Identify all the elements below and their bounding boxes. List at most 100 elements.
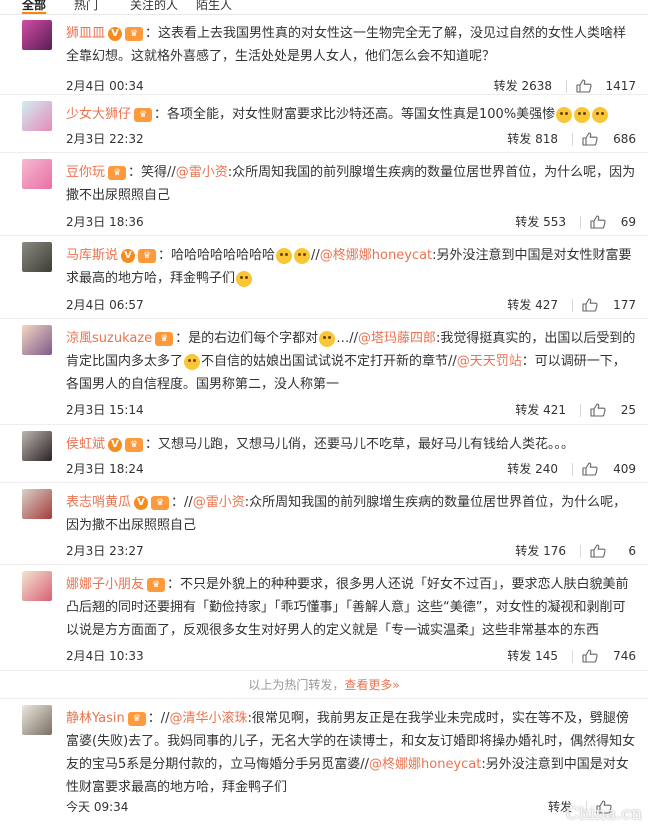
view-more-link[interactable]: 查看更多» [344, 678, 399, 692]
username-link[interactable]: 涼風suzukaze [66, 331, 152, 346]
like-button[interactable]: 177 [613, 295, 636, 315]
username-link[interactable]: 狮皿皿 [66, 26, 105, 41]
timestamp: 2月3日 22:32 [66, 132, 144, 146]
avatar[interactable] [22, 242, 52, 272]
avatar[interactable] [22, 20, 52, 50]
meta-divider [580, 404, 581, 417]
username-link[interactable]: 娜娜子小朋友 [66, 577, 144, 592]
mention-link[interactable]: @柊娜娜honeycat [320, 248, 432, 263]
tab-strangers[interactable]: 陌生人 [196, 0, 232, 13]
mention-link[interactable]: @清华小滚珠 [170, 711, 248, 726]
filter-tabs: 全部 热门 关注的人 陌生人 [0, 0, 648, 15]
thumb-up-icon [590, 544, 606, 558]
fan-medal-icon: ♛ [134, 107, 153, 122]
comment-text-segment: // [311, 248, 320, 263]
comment-meta: 2月4日 06:57 转发 427 177 [66, 295, 636, 315]
repost-item: 侯虹斌 V ♛ ：又想马儿跑，又想马儿俏，还要马儿不吃草，最好马儿有钱给人类花。。。 2… [0, 425, 648, 483]
like-button[interactable]: 409 [613, 459, 636, 479]
timestamp: 2月4日 06:57 [66, 298, 144, 312]
verified-badge-icon: V [121, 248, 136, 263]
repost-button[interactable]: 转发 553 [515, 212, 566, 232]
meta-divider [572, 463, 573, 476]
hot-reposts-note: 以上为热门转发， [248, 678, 345, 692]
comment-text-segment: ：// [171, 495, 193, 510]
avatar[interactable] [22, 705, 52, 735]
fan-medal-icon: ♛ [125, 437, 144, 452]
comment-meta: 2月3日 18:36 转发 553 69 [66, 212, 636, 232]
repost-button[interactable]: 转发 818 [507, 129, 558, 149]
comment-text-segment: ：各项全能，对女性财富要求比沙特还高。等国女性真是100%美强惨 [154, 107, 556, 122]
mention-link[interactable]: @雷小资 [193, 495, 245, 510]
repost-item: 少女大狮仔 ♛ ：各项全能，对女性财富要求比沙特还高。等国女性真是100%美强惨 2月… [0, 95, 648, 153]
repost-button[interactable]: 转发 145 [507, 646, 558, 666]
username-link[interactable]: 静林Yasin [66, 711, 125, 726]
repost-button[interactable]: 转发 240 [507, 459, 558, 479]
meta-divider [572, 299, 573, 312]
username-link[interactable]: 表志哨黄瓜 [66, 495, 131, 510]
scared-emoji [236, 270, 253, 287]
fan-medal-icon: ♛ [155, 331, 174, 346]
watermark-logo: China.cn [565, 804, 642, 824]
repost-button[interactable]: 转发 2638 [494, 76, 552, 96]
comment-text: 娜娜子小朋友 ♛ ：不只是外貌上的种种要求，很多男人还说「好女不过百」，要求恋人肤白… [66, 573, 636, 642]
avatar[interactable] [22, 101, 52, 131]
avatar[interactable] [22, 159, 52, 189]
like-button[interactable]: 686 [613, 129, 636, 149]
comment-meta: 2月4日 10:33 转发 145 746 [66, 646, 636, 666]
thumb-up-icon [582, 298, 598, 312]
thumb-up-icon [582, 462, 598, 476]
comment-text: 表志哨黄瓜 V ♛ ：//@雷小资:众所周知我国的前列腺增生疾病的数量位居世界首位，为… [66, 491, 636, 537]
like-button[interactable]: 6 [628, 541, 636, 561]
username-link[interactable]: 马库斯说 [66, 248, 118, 263]
avatar[interactable] [22, 431, 52, 461]
meta-divider [580, 545, 581, 558]
mention-link[interactable]: @天天罚站 [457, 354, 522, 369]
avatar[interactable] [22, 571, 52, 601]
comment-text: 静林Yasin ♛ ：//@清华小滚珠:很常见啊，我前男友正是在我学业未完成时，实在… [66, 707, 636, 799]
username-link[interactable]: 侯虹斌 [66, 437, 105, 452]
meta-divider [572, 133, 573, 146]
comment-meta: 2月3日 15:14 转发 421 25 [66, 400, 636, 420]
verified-badge-icon: V [134, 495, 149, 510]
username-link[interactable]: 豆你玩 [66, 165, 105, 180]
like-button[interactable]: 25 [621, 400, 636, 420]
comment-meta: 2月3日 22:32 转发 818 686 [66, 129, 636, 149]
tab-following[interactable]: 关注的人 [130, 0, 178, 13]
comment-text: 涼風suzukaze ♛ ：是的右边们每个字都对 …//@塔玛藤四郎:我觉得挺真实的，… [66, 327, 636, 396]
verified-badge-icon: V [108, 26, 123, 41]
mention-link[interactable]: @雷小资 [176, 165, 228, 180]
tab-hot[interactable]: 热门 [74, 0, 98, 13]
laugh-cry-emoji [592, 106, 609, 123]
comment-text: 侯虹斌 V ♛ ：又想马儿跑，又想马儿俏，还要马儿不吃草，最好马儿有钱给人类花。。。 [66, 433, 636, 456]
like-button[interactable]: 69 [621, 212, 636, 232]
verified-badge-icon: V [108, 437, 123, 452]
comment-text: 豆你玩 ♛ ：笑得//@雷小资:众所周知我国的前列腺增生疾病的数量位居世界首位，为什… [66, 161, 636, 207]
comment-text: 少女大狮仔 ♛ ：各项全能，对女性财富要求比沙特还高。等国女性真是100%美强惨 [66, 103, 636, 126]
mention-link[interactable]: @柊娜娜honeycat [369, 757, 481, 772]
fan-medal-icon: ♛ [138, 248, 157, 263]
timestamp: 2月3日 18:24 [66, 462, 144, 476]
avatar[interactable] [22, 489, 52, 519]
thumb-up-icon [582, 649, 598, 663]
thumb-up-icon [582, 132, 598, 146]
timestamp: 今天 09:34 [66, 800, 129, 814]
fan-medal-icon: ♛ [151, 495, 170, 510]
fan-medal-icon: ♛ [147, 577, 166, 592]
repost-item: 涼風suzukaze ♛ ：是的右边们每个字都对 …//@塔玛藤四郎:我觉得挺真实的，… [0, 319, 648, 425]
like-button[interactable]: 1417 [605, 76, 636, 96]
comment-meta: 2月4日 00:34 转发 2638 1417 [66, 76, 636, 96]
repost-button[interactable]: 转发 427 [507, 295, 558, 315]
meta-divider [572, 650, 573, 663]
like-button[interactable]: 746 [613, 646, 636, 666]
comment-text: 狮皿皿 V ♛ ：这表看上去我国男性真的对女性这一生物完全无了解，没见过自然的女性人类… [66, 22, 636, 68]
repost-item: 表志哨黄瓜 V ♛ ：//@雷小资:众所周知我国的前列腺增生疾病的数量位居世界首位，为… [0, 483, 648, 565]
thumb-up-icon [590, 215, 606, 229]
comment-text-segment: 不自信的姑娘出国试试说不定打开新的章节// [201, 354, 457, 369]
timestamp: 2月3日 15:14 [66, 403, 144, 417]
laugh-cry-emoji [574, 106, 591, 123]
avatar[interactable] [22, 325, 52, 355]
username-link[interactable]: 少女大狮仔 [66, 107, 131, 122]
mention-link[interactable]: @塔玛藤四郎 [358, 331, 436, 346]
repost-button[interactable]: 转发 421 [515, 400, 566, 420]
repost-button[interactable]: 转发 176 [515, 541, 566, 561]
